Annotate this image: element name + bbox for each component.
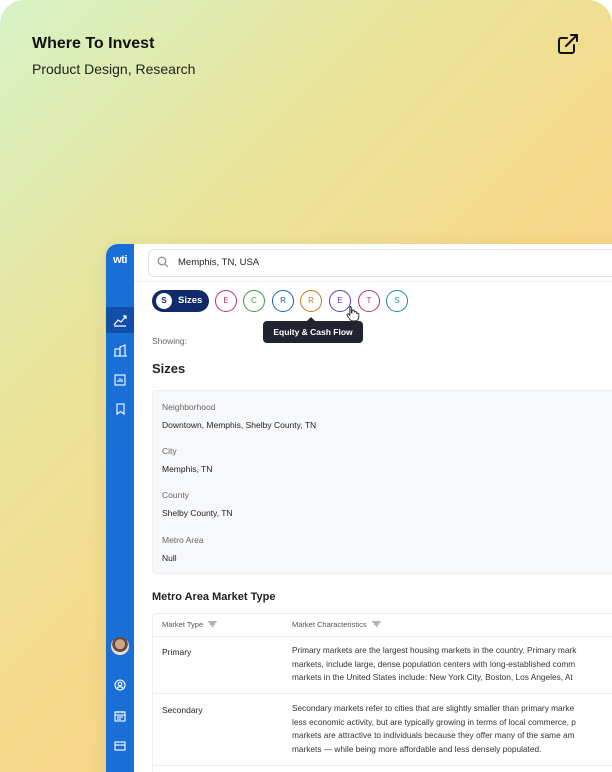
app-window: wti Memphis, TN, USA S Sizes E C R R E T… — [106, 244, 612, 772]
sidebar-item-billing[interactable] — [106, 733, 134, 759]
user-circle-icon — [114, 679, 126, 691]
cell-market-type-primary: Primary — [162, 647, 192, 657]
chip-s[interactable]: S — [386, 290, 408, 312]
field-label-county: County — [162, 490, 189, 500]
search-icon — [157, 256, 169, 268]
field-value-city: Memphis, TN — [162, 464, 213, 474]
field-label-city: City — [162, 446, 177, 456]
card-title: Where To Invest — [32, 35, 155, 52]
field-label-metro-area: Metro Area — [162, 535, 204, 545]
project-card[interactable]: Where To Invest Product Design, Research… — [0, 0, 612, 772]
trend-chart-icon — [113, 315, 127, 327]
section-title: Sizes — [152, 361, 186, 376]
characteristics-line: markets in the United States include: Ne… — [292, 672, 573, 682]
chip-label: Sizes — [178, 295, 203, 306]
hand-cursor-icon — [346, 306, 360, 321]
card-subtitle: Product Design, Research — [32, 61, 196, 77]
avatar[interactable] — [111, 637, 129, 655]
bar-chart-icon — [114, 374, 126, 386]
column-header-market-type[interactable]: Market Type — [162, 614, 217, 636]
column-header-market-characteristics[interactable]: Market Characteristics — [292, 614, 381, 636]
characteristics-line: less economic activity, but are typicall… — [292, 716, 576, 727]
search-input[interactable]: Memphis, TN, USA — [148, 249, 612, 277]
characteristics-line: markets are attractive to individuals be… — [292, 730, 575, 740]
chip-r2[interactable]: R — [300, 290, 322, 312]
filter-icon[interactable] — [208, 621, 217, 627]
characteristics-line: markets, include large, dense population… — [292, 658, 576, 669]
wti-logo: wti — [113, 254, 127, 266]
buildings-icon — [113, 343, 127, 357]
credit-card-icon — [114, 741, 126, 751]
field-value-metro-area: Null — [162, 553, 177, 563]
cell-market-characteristics-secondary: Secondary markets refer to cities that a… — [292, 702, 612, 756]
chip-sizes[interactable]: S Sizes — [152, 290, 209, 312]
sidebar-item-reports[interactable] — [106, 367, 134, 393]
search-value: Memphis, TN, USA — [178, 257, 260, 268]
bookmark-icon — [115, 403, 125, 415]
tooltip: Equity & Cash Flow — [263, 317, 363, 343]
external-link-icon[interactable] — [556, 32, 580, 56]
row-divider — [153, 693, 612, 694]
calendar-icon — [114, 711, 126, 722]
sidebar-item-profile[interactable] — [106, 672, 134, 698]
characteristics-line: Secondary markets refer to cities that a… — [292, 703, 575, 713]
sidebar-item-calendar[interactable] — [106, 703, 134, 729]
chip-c[interactable]: C — [243, 290, 265, 312]
field-label-neighborhood: Neighborhood — [162, 402, 216, 412]
divider — [134, 281, 612, 282]
market-type-title: Metro Area Market Type — [152, 591, 276, 603]
sidebar-item-saved[interactable] — [106, 396, 134, 422]
chip-e[interactable]: E — [215, 290, 237, 312]
characteristics-line: Primary markets are the largest housing … — [292, 645, 577, 655]
table-header: Market Type Market Characteristics — [153, 614, 612, 637]
sidebar-item-analytics[interactable] — [106, 307, 134, 333]
chip-letter: S — [156, 293, 172, 309]
characteristics-line: markets — while being more affordable an… — [292, 743, 542, 754]
chip-t[interactable]: T — [358, 290, 380, 312]
row-divider — [153, 765, 612, 766]
cell-market-characteristics-primary: Primary markets are the largest housing … — [292, 644, 612, 685]
cell-market-type-secondary: Secondary — [162, 705, 203, 715]
filter-icon[interactable] — [372, 621, 381, 627]
sidebar: wti — [106, 244, 134, 772]
field-value-neighborhood: Downtown, Memphis, Shelby County, TN — [162, 420, 317, 430]
sizes-panel: Neighborhood Downtown, Memphis, Shelby C… — [152, 390, 612, 574]
showing-label: Showing: — [152, 336, 187, 346]
sidebar-item-properties[interactable] — [106, 337, 134, 363]
chip-r[interactable]: R — [272, 290, 294, 312]
market-type-table: Market Type Market Characteristics Prima… — [152, 613, 612, 772]
field-value-county: Shelby County, TN — [162, 508, 233, 518]
